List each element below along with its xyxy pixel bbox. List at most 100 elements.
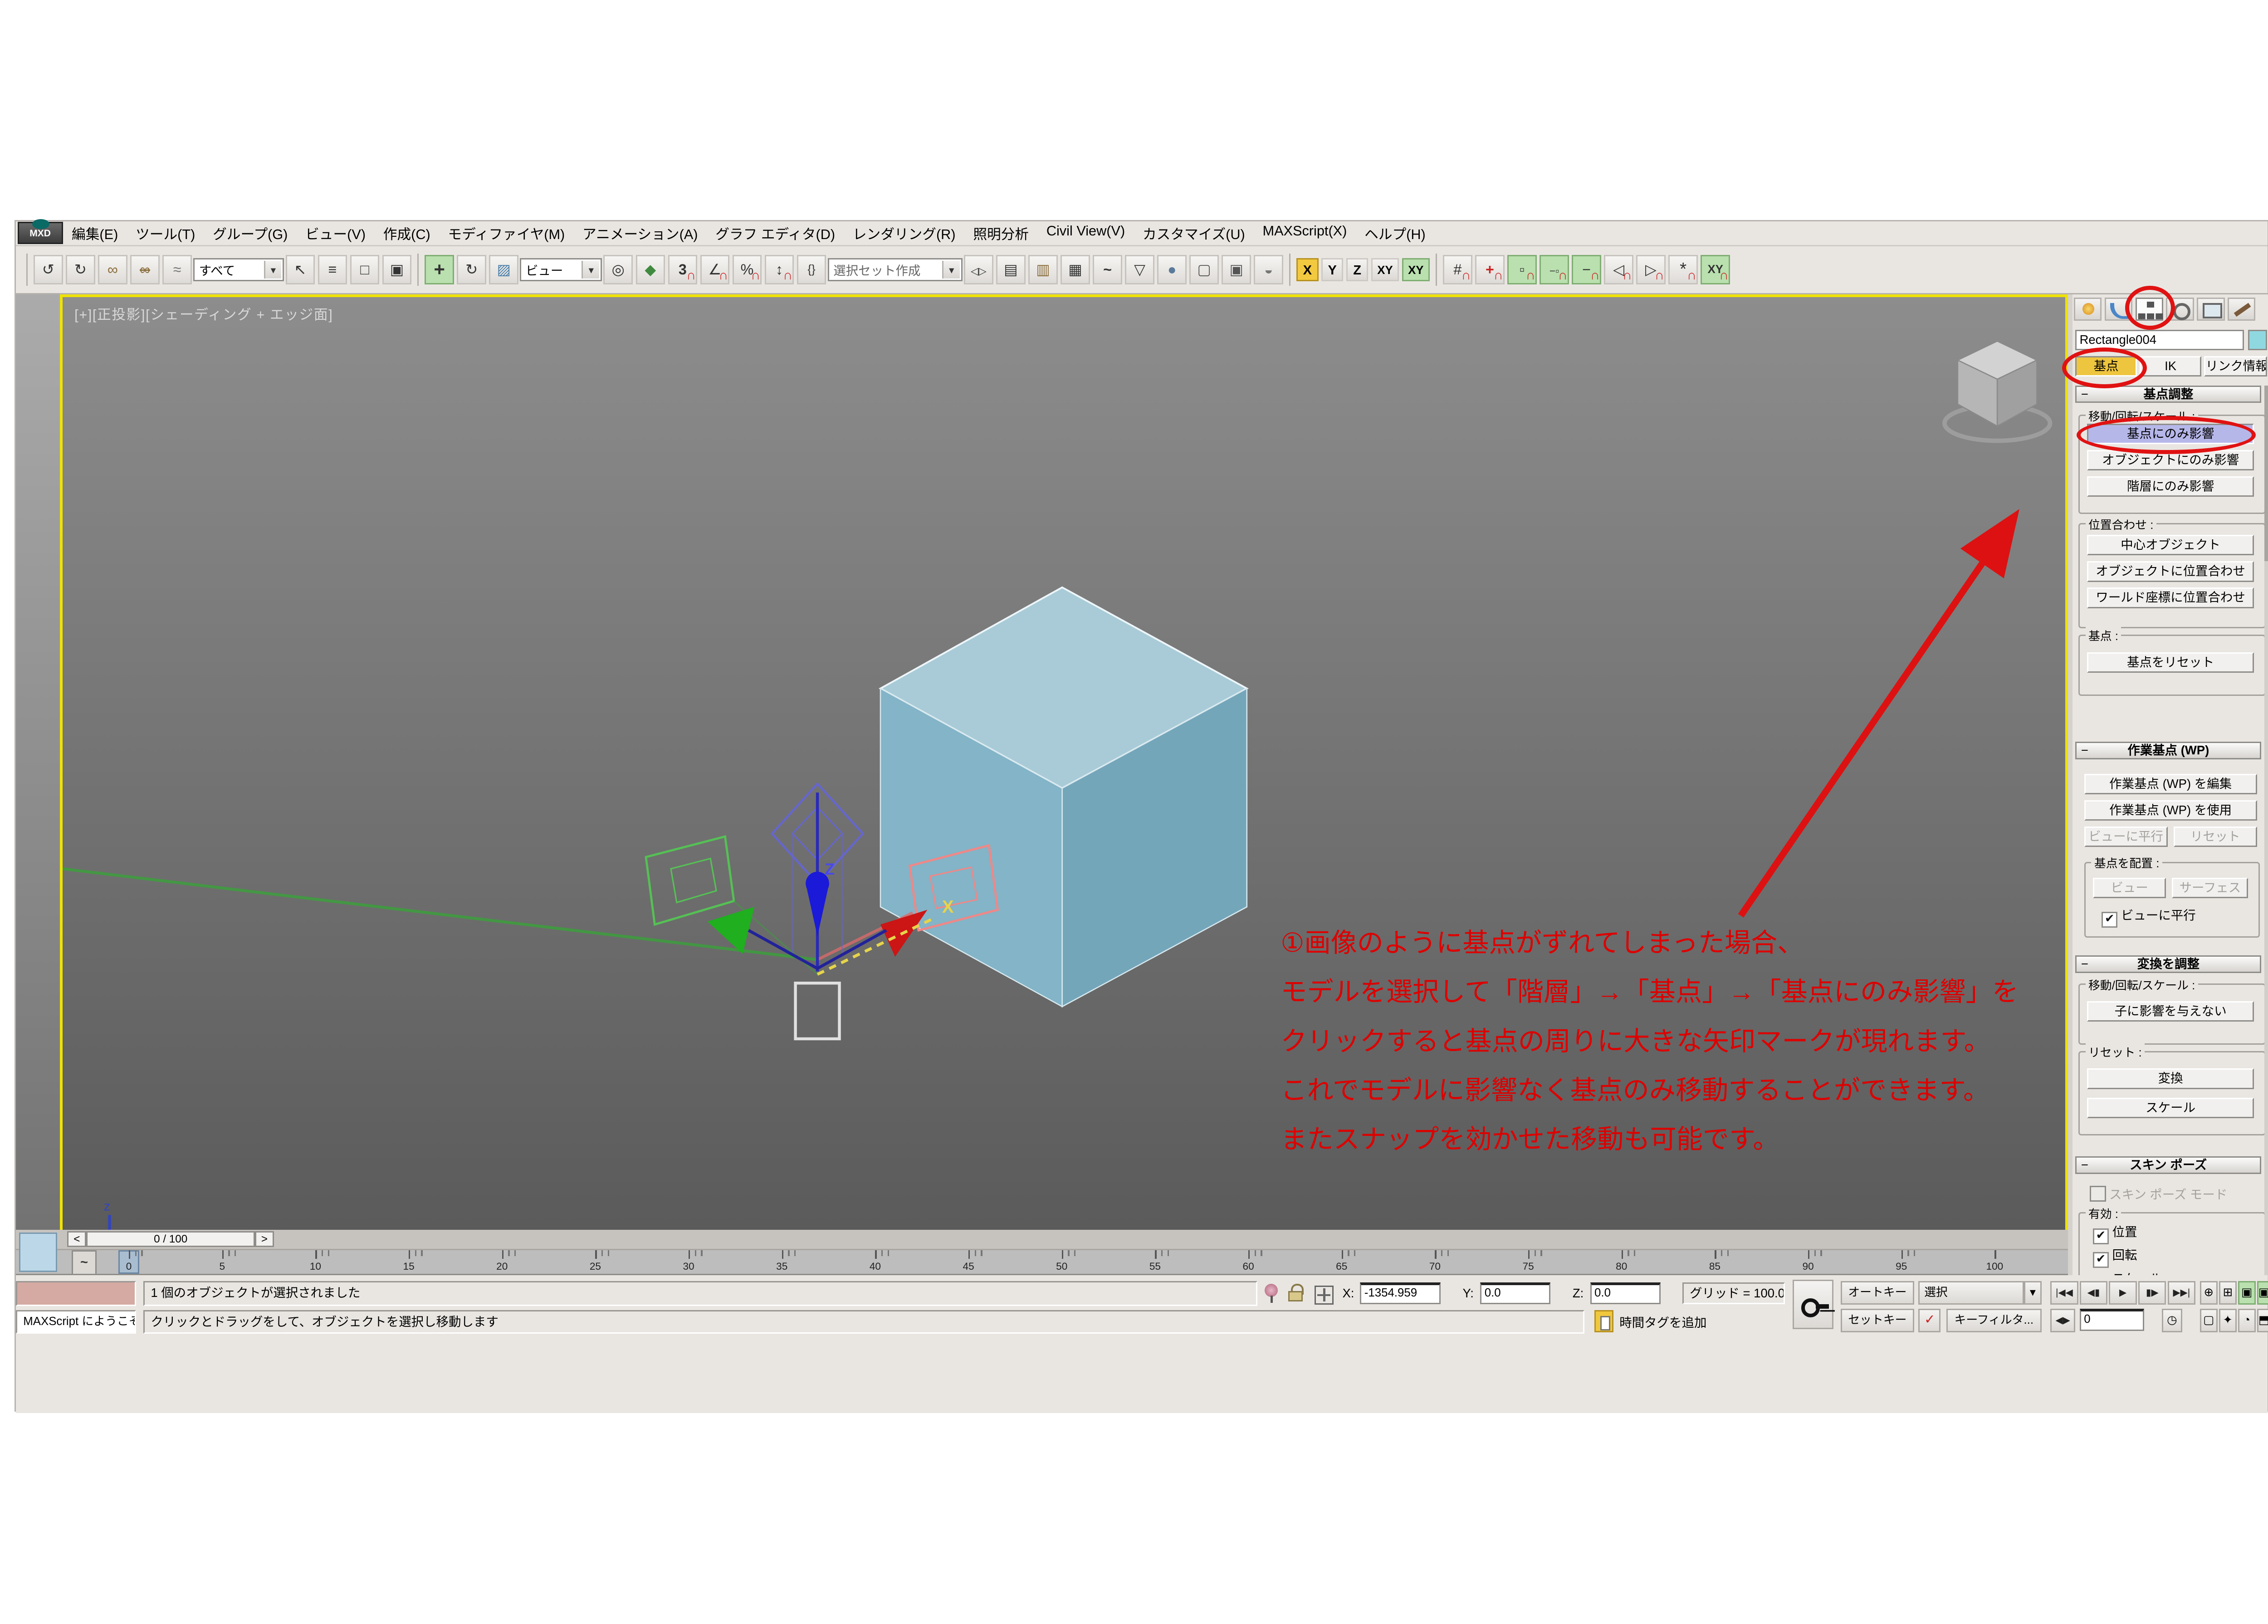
named-selection-sets-dropdown[interactable]: 選択セット作成 <box>827 258 963 282</box>
menu-item[interactable]: ヘルプ(H) <box>1356 223 1434 243</box>
go-to-end-icon[interactable]: ▶▶| <box>2167 1281 2196 1305</box>
viewport[interactable]: [+][正投影][シェーディング + エッジ面] X Z z ①画像のように基点… <box>60 294 2068 1303</box>
viewcube[interactable] <box>1942 340 2053 443</box>
maxscript-listener-label[interactable]: MAXScript にようこそ <box>16 1310 137 1334</box>
select-by-name-icon[interactable] <box>318 255 347 284</box>
y-coord-field[interactable]: 0.0 <box>1480 1282 1551 1305</box>
selection-filter-dropdown[interactable]: すべて <box>193 258 284 282</box>
link-info-tab-button[interactable]: リンク情報 <box>2204 356 2268 377</box>
reset-working-pivot-button[interactable]: リセット <box>2173 827 2257 847</box>
menu-item[interactable]: アニメーション(A) <box>574 223 707 243</box>
rollout-skin-pose[interactable]: − スキン ポーズ <box>2075 1156 2262 1174</box>
menu-item[interactable]: 作成(C) <box>374 223 439 243</box>
select-move-icon[interactable] <box>425 255 454 284</box>
zoom-region-icon[interactable]: ▢ <box>2200 1309 2218 1332</box>
ik-tab-button[interactable]: IK <box>2140 356 2201 377</box>
select-manipulate-icon[interactable] <box>635 255 665 284</box>
enable-rotation-checkbox[interactable]: 回転 <box>2092 1247 2137 1268</box>
place-view-button[interactable]: ビュー <box>2092 878 2166 899</box>
material-editor-icon[interactable] <box>1157 255 1187 284</box>
align-to-world-button[interactable]: ワールド座標に位置合わせ <box>2087 587 2254 608</box>
schematic-view-icon[interactable] <box>1125 255 1154 284</box>
enable-position-checkbox[interactable]: 位置 <box>2092 1224 2137 1245</box>
axis-constraint-xy-plane-button[interactable]: XY <box>1402 258 1430 282</box>
angle-snap-icon[interactable] <box>700 255 730 284</box>
face-snap-icon[interactable] <box>1604 255 1633 284</box>
star-snap-icon[interactable] <box>1668 255 1698 284</box>
auto-key-button[interactable]: オートキー <box>1841 1281 1914 1305</box>
create-tab-icon[interactable] <box>2073 297 2102 321</box>
isolate-selection-icon[interactable] <box>1265 1284 1279 1303</box>
pivot-gizmo[interactable]: X Z <box>63 782 999 1041</box>
timeline-ruler[interactable]: 0 5 10 15 20 25 30 35 40 45 50 55 60 65 70 75 80 85 90 95 10… <box>16 1250 2068 1275</box>
modify-tab-icon[interactable] <box>2104 297 2133 321</box>
chevron-down-icon[interactable]: ▾ <box>2024 1281 2042 1305</box>
axis-constraint-z-button[interactable]: Z <box>1346 258 1369 282</box>
checkbox-icon[interactable] <box>2092 1252 2109 1268</box>
vertex-snap-icon[interactable] <box>1636 255 1666 284</box>
percent-snap-icon[interactable]: % <box>732 255 762 284</box>
key-mode-toggle-icon[interactable] <box>1918 1309 1941 1332</box>
reset-scale-button[interactable]: スケール <box>2087 1097 2254 1119</box>
reset-transform-button[interactable]: 変換 <box>2087 1068 2254 1089</box>
add-time-tag-icon[interactable] <box>1594 1310 1614 1332</box>
redo-icon[interactable] <box>66 255 95 284</box>
use-working-pivot-button[interactable]: 作業基点 (WP) を使用 <box>2084 800 2257 821</box>
place-surface-button[interactable]: サーフェス <box>2172 878 2248 899</box>
object-color-swatch[interactable] <box>2248 329 2268 350</box>
render-icon[interactable] <box>1254 255 1284 284</box>
go-to-start-icon[interactable]: |◀◀ <box>2050 1281 2078 1305</box>
selection-lock-icon[interactable] <box>1288 1284 1305 1302</box>
reference-coordinate-dropdown[interactable]: ビュー <box>520 258 602 282</box>
time-slider-next-button[interactable]: > <box>254 1231 274 1247</box>
frame-step-icon[interactable]: ◀▶ <box>2050 1309 2076 1332</box>
select-link-icon[interactable] <box>98 255 127 284</box>
axis-constraint-xy-button[interactable]: XY <box>1371 258 1399 282</box>
set-key-button[interactable]: セットキー <box>1841 1309 1914 1332</box>
x-coord-field[interactable]: -1354.959 <box>1360 1282 1441 1305</box>
mirror-icon[interactable] <box>964 255 993 284</box>
zoom-extents-icon[interactable]: ▣ <box>2238 1281 2256 1305</box>
next-frame-icon[interactable]: ▮▶ <box>2138 1281 2166 1305</box>
maximize-viewport-icon[interactable]: ⬒ <box>2257 1309 2268 1332</box>
menu-item[interactable]: Civil View(V) <box>1037 223 1134 243</box>
midpoint-snap-icon[interactable] <box>1540 255 1569 284</box>
grid-snap-icon[interactable] <box>1443 255 1472 284</box>
object-name-field[interactable]: Rectangle004 <box>2075 329 2244 350</box>
snap-toggle-icon[interactable]: 3 <box>668 255 698 284</box>
menu-item[interactable]: グラフ エディタ(D) <box>707 223 844 243</box>
chevron-down-icon[interactable] <box>264 260 282 279</box>
hierarchy-tab-icon[interactable] <box>2135 297 2163 321</box>
use-pivot-center-icon[interactable] <box>603 255 633 284</box>
window-crossing-icon[interactable] <box>382 255 412 284</box>
pivot-tab-button[interactable]: 基点 <box>2075 356 2137 377</box>
curve-editor-icon[interactable] <box>1093 255 1122 284</box>
axis-constraint-x-button[interactable]: X <box>1296 258 1319 282</box>
previous-frame-icon[interactable]: ◀▮ <box>2079 1281 2108 1305</box>
set-keys-icon[interactable] <box>1792 1279 1833 1330</box>
play-icon[interactable]: ▶ <box>2109 1281 2137 1305</box>
affect-object-only-button[interactable]: オブジェクトにのみ影響 <box>2087 450 2254 470</box>
display-tab-icon[interactable] <box>2197 297 2225 321</box>
menu-item[interactable]: ツール(T) <box>127 223 204 243</box>
menu-item[interactable]: カスタマイズ(U) <box>1134 223 1254 243</box>
edit-working-pivot-button[interactable]: 作業基点 (WP) を編集 <box>2084 773 2257 795</box>
menu-item[interactable]: 照明分析 <box>964 223 1038 243</box>
utilities-tab-icon[interactable] <box>2228 297 2256 321</box>
menu-item[interactable]: モディファイヤ(M) <box>439 223 574 243</box>
rendered-frame-icon[interactable] <box>1222 255 1251 284</box>
dont-affect-children-button[interactable]: 子に影響を与えない <box>2087 1001 2254 1022</box>
checkbox-icon[interactable] <box>2092 1228 2109 1245</box>
undo-icon[interactable] <box>34 255 63 284</box>
zoom-extents-all-icon[interactable]: ▣ <box>2257 1281 2268 1305</box>
rollout-working-pivot[interactable]: − 作業基点 (WP) <box>2075 741 2262 759</box>
align-to-view-checkbox[interactable]: ビューに平行 <box>2102 907 2196 928</box>
chevron-down-icon[interactable] <box>582 260 600 279</box>
chevron-down-icon[interactable] <box>942 260 960 279</box>
pan-hand-icon[interactable]: ✦ <box>2219 1309 2237 1332</box>
checkbox-icon[interactable] <box>2090 1185 2106 1202</box>
select-scale-icon[interactable] <box>489 255 519 284</box>
z-coord-field[interactable]: 0.0 <box>1590 1282 1661 1305</box>
axis-constraint-y-button[interactable]: Y <box>1321 258 1344 282</box>
pivot-snap-icon[interactable] <box>1475 255 1505 284</box>
